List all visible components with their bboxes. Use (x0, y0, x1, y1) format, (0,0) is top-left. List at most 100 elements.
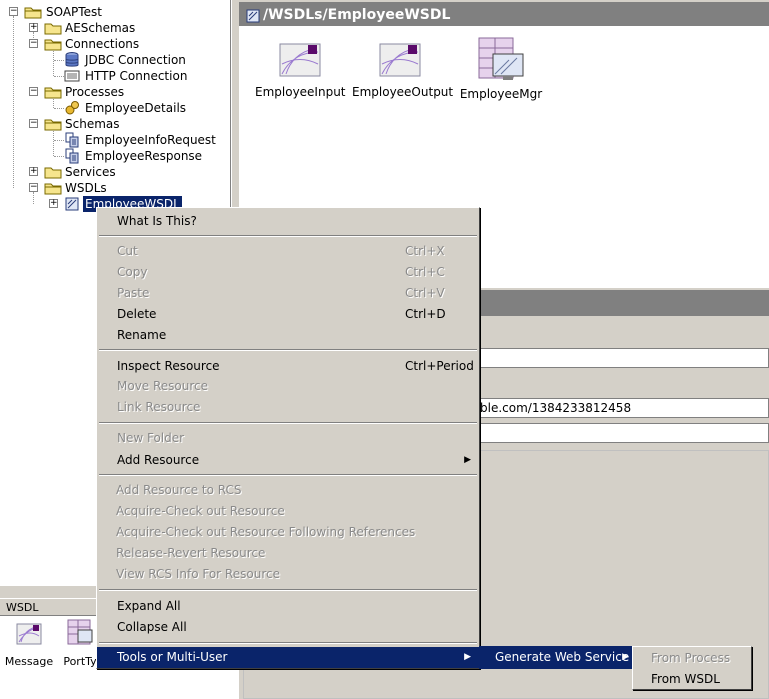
menu-item-label: Inspect Resource (117, 359, 220, 373)
http-connection-icon (64, 68, 80, 84)
wsdl-message-icon (278, 43, 322, 81)
collapse-toggle[interactable] (9, 7, 18, 16)
menu-separator (99, 235, 477, 237)
expand-toggle[interactable] (29, 167, 38, 176)
menu-item-label: Expand All (117, 599, 181, 613)
folder-icon (44, 166, 62, 179)
menu-item-label: Paste (117, 286, 150, 300)
menu-item-delete[interactable]: Delete Ctrl+D (97, 304, 479, 325)
folder-open-icon (24, 6, 42, 19)
tree-node-jdbc-connection[interactable]: JDBC Connection (0, 52, 230, 68)
menu-separator (99, 349, 477, 351)
expand-toggle[interactable] (49, 199, 58, 208)
menu-item-label: From Process (651, 651, 731, 665)
design-panel-title: /WSDLs/EmployeeWSDL (263, 7, 451, 23)
menu-item-label: Delete (117, 307, 157, 321)
tree-node-employee-details[interactable]: EmployeeDetails (0, 100, 230, 116)
menu-item-label: View RCS Info For Resource (116, 567, 280, 581)
menu-item-link-resource[interactable]: Link Resource (97, 397, 479, 418)
folder-open-icon (44, 86, 62, 99)
tree-node-wsdls[interactable]: WSDLs (0, 180, 230, 196)
menu-item-paste[interactable]: Paste Ctrl+V (97, 283, 479, 304)
menu-item-label: Add Resource (117, 453, 200, 467)
menu-item-label: What Is This? (117, 214, 197, 228)
menu-item-move-resource[interactable]: Move Resource (97, 376, 479, 397)
menu-separator (99, 589, 477, 591)
wsdl-message-icon (15, 623, 43, 649)
resource-label: EmployeeMgr (459, 87, 543, 101)
menu-separator (99, 474, 477, 476)
collapse-toggle[interactable] (29, 39, 38, 48)
menu-item-release-revert[interactable]: Release-Revert Resource (97, 543, 479, 564)
tree-node-http-connection[interactable]: HTTP Connection (0, 68, 230, 84)
expand-toggle[interactable] (29, 23, 38, 32)
menu-item-label: Acquire-Check out Resource Following Ref… (116, 525, 416, 539)
menu-separator (99, 642, 477, 644)
tree-label: EmployeeInfoRequest (85, 133, 216, 147)
tree-node-processes[interactable]: Processes (0, 84, 230, 100)
database-icon (64, 52, 80, 68)
process-icon (64, 100, 80, 116)
palette-item-label: Message (4, 655, 54, 668)
collapse-toggle[interactable] (29, 119, 38, 128)
menu-item-label: Collapse All (117, 620, 187, 634)
menu-item-from-wsdl[interactable]: From WSDL (633, 669, 751, 690)
submenu-generate-web-service[interactable]: Generate Web Service ▶ (479, 646, 635, 669)
menu-item-new-folder[interactable]: New Folder (97, 428, 479, 449)
tree-label: JDBC Connection (85, 53, 186, 67)
menu-item-collapse-all[interactable]: Collapse All (97, 617, 479, 638)
tree-label-root: SOAPTest (46, 5, 102, 19)
collapse-toggle[interactable] (29, 87, 38, 96)
design-panel-header: /WSDLs/EmployeeWSDL (239, 0, 769, 26)
tree-node-root[interactable]: SOAPTest (0, 4, 230, 20)
wsdl-message-icon (378, 43, 422, 81)
menu-item-label: From WSDL (651, 672, 720, 686)
tree-label: Schemas (65, 117, 120, 131)
folder-icon (44, 22, 62, 35)
menu-item-inspect-resource[interactable]: Inspect Resource Ctrl+Period (97, 356, 479, 377)
menu-item-add-resource[interactable]: Add Resource ▶ (97, 450, 479, 471)
resource-employee-mgr[interactable]: EmployeeMgr (459, 36, 543, 101)
menu-separator (99, 422, 477, 424)
tree-node-aeschemas[interactable]: AESchemas (0, 20, 230, 36)
submenu-label: Generate Web Service (495, 650, 630, 664)
menu-item-add-resource-to-rcs[interactable]: Add Resource to RCS (97, 480, 479, 501)
menu-item-expand-all[interactable]: Expand All (97, 596, 479, 617)
menu-item-view-rcs-info[interactable]: View RCS Info For Resource (97, 564, 479, 585)
tree-label: HTTP Connection (85, 69, 188, 83)
resource-employee-output[interactable]: EmployeeOutput (352, 42, 454, 99)
palette-tab-label: WSDL (6, 601, 39, 614)
menu-item-label: Link Resource (117, 400, 201, 414)
menu-item-label: Rename (117, 328, 167, 342)
tree-node-services[interactable]: Services (0, 164, 230, 180)
menu-item-copy[interactable]: Copy Ctrl+C (97, 262, 479, 283)
menu-item-label: Acquire-Check out Resource (116, 504, 285, 518)
collapse-toggle[interactable] (29, 183, 38, 192)
palette-item-message[interactable]: Message (4, 622, 54, 668)
menu-item-what-is-this[interactable]: What Is This? (97, 211, 479, 232)
submenu-arrow-icon: ▶ (622, 652, 629, 662)
resource-label: EmployeeOutput (352, 85, 454, 99)
folder-open-icon (44, 118, 62, 131)
tree-label: WSDLs (65, 181, 107, 195)
menu-item-acquire-checkout-references[interactable]: Acquire-Check out Resource Following Ref… (97, 522, 479, 543)
menu-item-label: Cut (117, 244, 138, 258)
menu-item-label: Tools or Multi-User (117, 650, 228, 664)
menu-item-from-process[interactable]: From Process (633, 648, 751, 669)
tree-node-employee-info-request[interactable]: EmployeeInfoRequest (0, 132, 230, 148)
submenu-generate-options: From Process From WSDL (632, 646, 752, 690)
menu-item-shortcut: Ctrl+C (405, 265, 445, 279)
menu-item-acquire-checkout[interactable]: Acquire-Check out Resource (97, 501, 479, 522)
tree-node-schemas[interactable]: Schemas (0, 116, 230, 132)
context-menu: What Is This? Cut Ctrl+X Copy Ctrl+C Pas… (96, 207, 480, 669)
menu-item-rename[interactable]: Rename (97, 325, 479, 346)
menu-item-tools-multi-user[interactable]: Tools or Multi-User ▶ (97, 647, 479, 668)
tree-label: Services (65, 165, 116, 179)
menu-item-cut[interactable]: Cut Ctrl+X (97, 241, 479, 262)
schema-icon (64, 132, 80, 148)
tree-node-connections[interactable]: Connections (0, 36, 230, 52)
tree-label: AESchemas (65, 21, 136, 35)
resource-employee-input[interactable]: EmployeeInput (255, 42, 346, 99)
tree-node-employee-response[interactable]: EmployeeResponse (0, 148, 230, 164)
menu-item-label: Release-Revert Resource (116, 546, 266, 560)
